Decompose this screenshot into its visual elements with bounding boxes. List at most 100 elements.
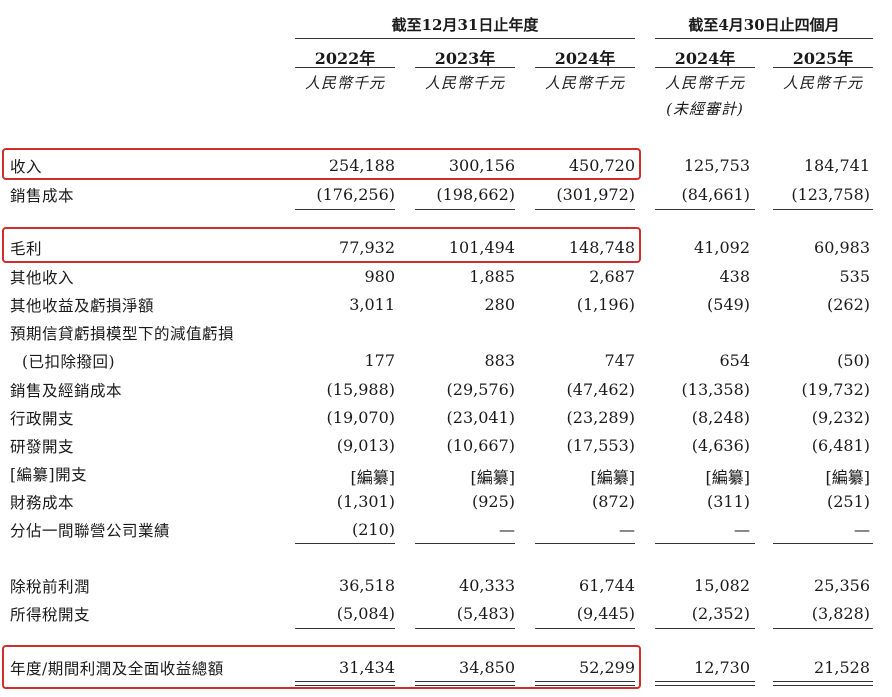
total-rule bbox=[655, 681, 755, 682]
subtotal-rule bbox=[535, 209, 635, 210]
row-value: [編纂] bbox=[350, 468, 396, 487]
subtotal-rule bbox=[773, 628, 873, 629]
row-value: (925) bbox=[471, 492, 515, 511]
subtotal-rule bbox=[295, 628, 395, 629]
row-value: (15,988) bbox=[326, 380, 395, 399]
unit-label: 人民幣千元 bbox=[424, 74, 505, 92]
row-label: [編纂]開支 bbox=[10, 466, 88, 484]
year-header: 2024年 bbox=[674, 49, 736, 68]
row-value: (4,636) bbox=[691, 436, 750, 455]
row-value: 12,730 bbox=[694, 658, 750, 677]
subtotal-rule bbox=[415, 209, 515, 210]
row-value: (1,301) bbox=[336, 492, 395, 511]
row-label: 其他收益及虧損淨額 bbox=[10, 297, 155, 315]
unit-label: 人民幣千元 bbox=[304, 74, 385, 92]
header-group-year-ended: 截至12月31日止年度 bbox=[391, 16, 539, 34]
row-value: (251) bbox=[826, 492, 870, 511]
row-value: (9,445) bbox=[576, 604, 635, 623]
row-value: 52,299 bbox=[579, 658, 635, 677]
row-value: [編纂] bbox=[590, 468, 636, 487]
row-label: 銷售成本 bbox=[10, 187, 75, 205]
row-value: (9,232) bbox=[811, 408, 870, 427]
year-underline bbox=[415, 67, 515, 68]
row-value: 280 bbox=[484, 295, 515, 314]
row-value: 34,850 bbox=[459, 658, 515, 677]
row-value: 883 bbox=[484, 351, 515, 370]
row-value: (1,196) bbox=[576, 295, 635, 314]
row-label: 除稅前利潤 bbox=[10, 578, 91, 596]
row-value: (6,481) bbox=[811, 436, 870, 455]
subtotal-rule bbox=[773, 543, 873, 544]
row-value: (29,576) bbox=[446, 380, 515, 399]
subtotal-rule bbox=[295, 209, 395, 210]
row-value: (872) bbox=[591, 492, 635, 511]
subtotal-rule bbox=[415, 543, 515, 544]
row-label: 其他收入 bbox=[10, 269, 75, 287]
subtotal-rule bbox=[295, 543, 395, 544]
unaudited-note: (未經審計) bbox=[666, 100, 744, 118]
row-value: (19,070) bbox=[326, 408, 395, 427]
row-value: 2,687 bbox=[589, 267, 635, 286]
row-value: (17,553) bbox=[566, 436, 635, 455]
row-value: (5,483) bbox=[456, 604, 515, 623]
row-value: 300,156 bbox=[448, 156, 515, 175]
subtotal-rule bbox=[535, 543, 635, 544]
total-rule bbox=[295, 681, 395, 682]
row-value: (2,352) bbox=[691, 604, 750, 623]
year-header: 2024年 bbox=[554, 49, 616, 68]
row-label: 預期信貸虧損模型下的減值虧損 bbox=[10, 325, 235, 343]
subtotal-rule bbox=[415, 628, 515, 629]
row-value: (311) bbox=[706, 492, 750, 511]
row-value: (198,662) bbox=[436, 185, 515, 204]
row-value: [編纂] bbox=[825, 468, 871, 487]
row-value: (10,667) bbox=[446, 436, 515, 455]
total-rule bbox=[535, 681, 635, 682]
row-value: (50) bbox=[837, 351, 870, 370]
row-value: — bbox=[499, 520, 515, 539]
row-value: (19,732) bbox=[801, 380, 870, 399]
subtotal-rule bbox=[773, 209, 873, 210]
unit-label: 人民幣千元 bbox=[782, 74, 863, 92]
row-value: 125,753 bbox=[683, 156, 750, 175]
year-header: 2022年 bbox=[314, 49, 376, 68]
row-label: 研發開支 bbox=[10, 438, 75, 456]
row-value: (8,248) bbox=[691, 408, 750, 427]
row-value: 25,356 bbox=[814, 576, 870, 595]
year-underline bbox=[655, 67, 755, 68]
row-value: (9,013) bbox=[336, 436, 395, 455]
row-value: (23,289) bbox=[566, 408, 635, 427]
row-value: (3,828) bbox=[811, 604, 870, 623]
row-value: (176,256) bbox=[316, 185, 395, 204]
row-value: 148,748 bbox=[568, 238, 635, 257]
subtotal-rule bbox=[655, 543, 755, 544]
row-value: [編纂] bbox=[705, 468, 751, 487]
row-value: 15,082 bbox=[694, 576, 750, 595]
year-underline bbox=[295, 67, 395, 68]
row-value: 177 bbox=[364, 351, 395, 370]
unit-label: 人民幣千元 bbox=[664, 74, 745, 92]
row-value: 31,434 bbox=[339, 658, 395, 677]
year-header: 2025年 bbox=[792, 49, 854, 68]
row-value: (13,358) bbox=[681, 380, 750, 399]
total-rule bbox=[415, 685, 515, 686]
row-value: 21,528 bbox=[814, 658, 870, 677]
row-value: — bbox=[854, 520, 870, 539]
row-label: 收入 bbox=[10, 158, 43, 176]
subtotal-rule bbox=[655, 628, 755, 629]
subtotal-rule bbox=[535, 628, 635, 629]
row-value: 654 bbox=[719, 351, 750, 370]
row-value: 77,932 bbox=[339, 238, 395, 257]
row-label: 所得稅開支 bbox=[10, 606, 91, 624]
year-header: 2023年 bbox=[434, 49, 496, 68]
row-value: 1,885 bbox=[469, 267, 515, 286]
row-value: [編纂] bbox=[470, 468, 516, 487]
row-label: 銷售及經銷成本 bbox=[10, 382, 123, 400]
total-rule bbox=[773, 681, 873, 682]
row-value: 3,011 bbox=[349, 295, 395, 314]
row-value: 747 bbox=[604, 351, 635, 370]
row-value: (23,041) bbox=[446, 408, 515, 427]
row-value: (210) bbox=[351, 520, 395, 539]
total-rule bbox=[655, 685, 755, 686]
row-label: 毛利 bbox=[10, 240, 43, 258]
row-value: — bbox=[734, 520, 750, 539]
